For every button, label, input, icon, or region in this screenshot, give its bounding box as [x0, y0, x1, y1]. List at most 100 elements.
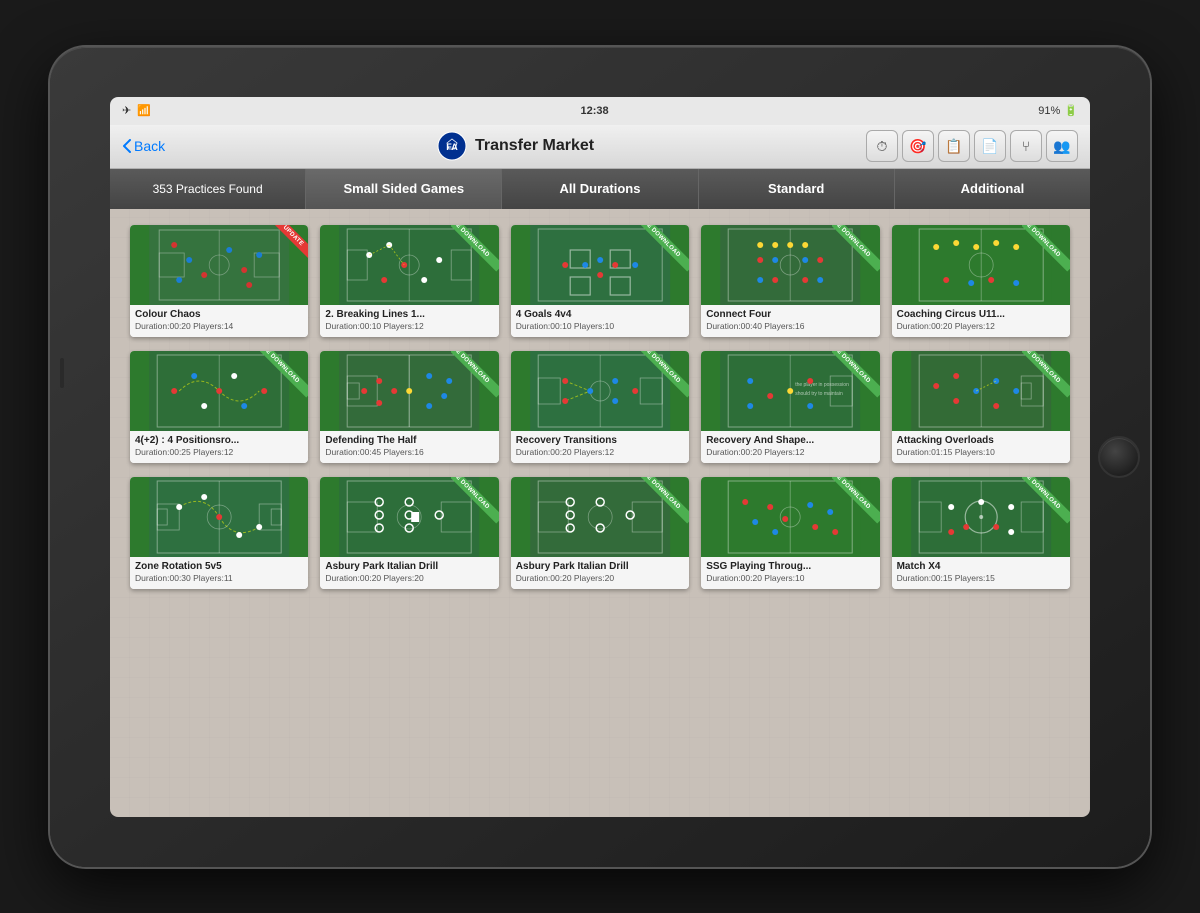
card-image: FREE DOWNLOAD	[701, 225, 879, 305]
badge-label: FREE DOWNLOAD	[451, 477, 499, 523]
card-title: SSG Playing Throug...	[706, 561, 874, 572]
card-image: FREE DOWNLOAD	[320, 351, 498, 431]
card-meta: Duration:00:20 Players:20	[516, 573, 684, 583]
card-info: SSG Playing Throug... Duration:00:20 Pla…	[701, 557, 879, 589]
ipad-screen: ✈ 📶 12:38 91% 🔋 Back FA	[110, 97, 1090, 817]
card-image: the player in possession should try to m…	[701, 351, 879, 431]
badge-label: FREE DOWNLOAD	[451, 225, 499, 271]
card-meta: Duration:00:30 Players:11	[135, 573, 303, 583]
status-time: 12:38	[581, 105, 609, 117]
badge-label: FREE DOWNLOAD	[832, 477, 880, 523]
card-image	[130, 477, 308, 557]
card-meta: Duration:00:20 Players:12	[897, 321, 1065, 331]
card-info: Attacking Overloads Duration:01:15 Playe…	[892, 431, 1070, 463]
fork-icon-button[interactable]: ⑂	[1010, 130, 1042, 162]
ipad-device: ✈ 📶 12:38 91% 🔋 Back FA	[50, 47, 1150, 867]
side-button	[60, 358, 64, 388]
practice-card[interactable]: FREE DOWNLOAD 4(+2) : 4 Positionsro... D…	[130, 351, 308, 463]
status-bar: ✈ 📶 12:38 91% 🔋	[110, 97, 1090, 125]
practice-card[interactable]: FREE DOWNLOAD Asbury Park Italian Drill …	[511, 477, 689, 589]
card-meta: Duration:00:20 Players:12	[706, 447, 874, 457]
free-download-badge: FREE DOWNLOAD	[451, 351, 499, 399]
target-icon-button[interactable]: 🎯	[902, 130, 934, 162]
free-download-badge: FREE DOWNLOAD	[641, 225, 689, 273]
nav-title: Transfer Market	[475, 137, 594, 155]
practice-card[interactable]: FREE DOWNLOAD SSG Playing Throug... Dura…	[701, 477, 879, 589]
badge-label: FREE DOWNLOAD	[641, 351, 689, 397]
practice-card[interactable]: FREE DOWNLOAD Defending The Half Duratio…	[320, 351, 498, 463]
practice-card[interactable]: FREE DOWNLOAD Coaching Circus U11... Dur…	[892, 225, 1070, 337]
card-meta: Duration:00:10 Players:10	[516, 321, 684, 331]
card-meta: Duration:00:45 Players:16	[325, 447, 493, 457]
home-button[interactable]	[1098, 436, 1140, 478]
practice-card[interactable]: Zone Rotation 5v5 Duration:00:30 Players…	[130, 477, 308, 589]
practice-card[interactable]: FREE DOWNLOAD Asbury Park Italian Drill …	[320, 477, 498, 589]
free-download-badge: FREE DOWNLOAD	[451, 477, 499, 525]
card-info: Asbury Park Italian Drill Duration:00:20…	[511, 557, 689, 589]
card-image: FREE DOWNLOAD	[511, 477, 689, 557]
free-download-badge: FREE DOWNLOAD	[1022, 225, 1070, 273]
card-info: 4(+2) : 4 Positionsro... Duration:00:25 …	[130, 431, 308, 463]
badge-label: FREE DOWNLOAD	[451, 351, 499, 397]
practice-card[interactable]: FREE DOWNLOAD Match X4 Duration:00:15 Pl…	[892, 477, 1070, 589]
free-download-badge: FREE DOWNLOAD	[260, 351, 308, 399]
category-filter[interactable]: Small Sided Games	[306, 169, 502, 209]
card-meta: Duration:00:20 Players:14	[135, 321, 303, 331]
card-meta: Duration:01:15 Players:10	[897, 447, 1065, 457]
back-button[interactable]: Back	[122, 138, 165, 154]
badge-label: FREE DOWNLOAD	[1022, 477, 1070, 523]
practice-card[interactable]: FREE DOWNLOAD Recovery Transitions Durat…	[511, 351, 689, 463]
standard-filter[interactable]: Standard	[699, 169, 895, 209]
card-title: Recovery Transitions	[516, 435, 684, 446]
card-info: 2. Breaking Lines 1... Duration:00:10 Pl…	[320, 305, 498, 337]
practice-card[interactable]: FREE DOWNLOAD 2. Breaking Lines 1... Dur…	[320, 225, 498, 337]
practice-card[interactable]: the player in possession should try to m…	[701, 351, 879, 463]
nav-title-section: FA Transfer Market	[437, 131, 594, 161]
card-meta: Duration:00:10 Players:12	[325, 321, 493, 331]
card-meta: Duration:00:40 Players:16	[706, 321, 874, 331]
card-info: Zone Rotation 5v5 Duration:00:30 Players…	[130, 557, 308, 589]
card-title: 2. Breaking Lines 1...	[325, 309, 493, 320]
card-title: Asbury Park Italian Drill	[516, 561, 684, 572]
free-download-badge: FREE DOWNLOAD	[832, 477, 880, 525]
card-info: Colour Chaos Duration:00:20 Players:14	[130, 305, 308, 337]
filter-bar: 353 Practices Found Small Sided Games Al…	[110, 169, 1090, 209]
practices-count-filter[interactable]: 353 Practices Found	[110, 169, 306, 209]
card-image: FREE DOWNLOAD	[701, 477, 879, 557]
card-image: FREE DOWNLOAD	[511, 351, 689, 431]
card-image: FREE DOWNLOAD	[892, 225, 1070, 305]
card-title: Recovery And Shape...	[706, 435, 874, 446]
card-image: FREE DOWNLOAD	[511, 225, 689, 305]
badge-label: FREE DOWNLOAD	[1022, 225, 1070, 271]
clock-icon-button[interactable]: ⏱	[866, 130, 898, 162]
card-meta: Duration:00:20 Players:12	[516, 447, 684, 457]
card-title: Coaching Circus U11...	[897, 309, 1065, 320]
card-title: 4 Goals 4v4	[516, 309, 684, 320]
practice-card[interactable]: FREE DOWNLOAD Connect Four Duration:00:4…	[701, 225, 879, 337]
field-diagram	[130, 477, 308, 557]
wifi-icon: 📶	[137, 104, 151, 117]
card-image: FREE DOWNLOAD	[320, 225, 498, 305]
back-label: Back	[134, 138, 165, 154]
card-info: Connect Four Duration:00:40 Players:16	[701, 305, 879, 337]
additional-filter[interactable]: Additional	[895, 169, 1090, 209]
airplane-icon: ✈	[122, 104, 131, 117]
free-download-badge: FREE DOWNLOAD	[1022, 477, 1070, 525]
free-download-badge: FREE DOWNLOAD	[1022, 351, 1070, 399]
calendar-icon-button[interactable]: 📋	[938, 130, 970, 162]
clipboard-icon-button[interactable]: 📄	[974, 130, 1006, 162]
duration-filter[interactable]: All Durations	[502, 169, 698, 209]
back-chevron-icon	[122, 139, 132, 153]
card-info: Coaching Circus U11... Duration:00:20 Pl…	[892, 305, 1070, 337]
practice-card[interactable]: UPDATE Colour Chaos Duration:00:20 Playe…	[130, 225, 308, 337]
practice-card[interactable]: FREE DOWNLOAD 4 Goals 4v4 Duration:00:10…	[511, 225, 689, 337]
free-download-badge: FREE DOWNLOAD	[832, 351, 880, 399]
card-title: Connect Four	[706, 309, 874, 320]
status-left: ✈ 📶	[122, 104, 151, 117]
people-icon-button[interactable]: 👥	[1046, 130, 1078, 162]
card-image: UPDATE	[130, 225, 308, 305]
card-title: Colour Chaos	[135, 309, 303, 320]
badge-label: FREE DOWNLOAD	[832, 225, 880, 271]
free-download-badge: FREE DOWNLOAD	[832, 225, 880, 273]
practice-card[interactable]: FREE DOWNLOAD Attacking Overloads Durati…	[892, 351, 1070, 463]
